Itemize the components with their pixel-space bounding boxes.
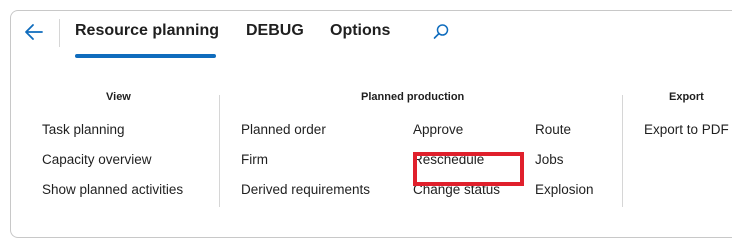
tab-options[interactable]: Options bbox=[330, 22, 390, 40]
export-to-pdf-button[interactable]: Export to PDF bbox=[644, 121, 729, 139]
back-button[interactable] bbox=[23, 21, 45, 43]
group-title-export: Export bbox=[669, 91, 704, 103]
arrow-left-icon bbox=[25, 24, 43, 40]
firm-button[interactable]: Firm bbox=[241, 151, 268, 169]
task-planning-button[interactable]: Task planning bbox=[42, 121, 125, 139]
tab-separator bbox=[59, 19, 60, 47]
search-button[interactable] bbox=[432, 23, 450, 41]
planned-order-button[interactable]: Planned order bbox=[241, 121, 326, 139]
derived-requirements-button[interactable]: Derived requirements bbox=[241, 181, 370, 199]
group-divider bbox=[622, 95, 623, 207]
approve-button[interactable]: Approve bbox=[413, 121, 463, 139]
group-title-view: View bbox=[106, 91, 131, 103]
group-divider bbox=[219, 95, 220, 207]
show-planned-activities-button[interactable]: Show planned activities bbox=[42, 181, 183, 199]
jobs-button[interactable]: Jobs bbox=[535, 151, 564, 169]
tab-bar: Resource planning DEBUG Options bbox=[11, 11, 732, 58]
explosion-button[interactable]: Explosion bbox=[535, 181, 594, 199]
tab-debug[interactable]: DEBUG bbox=[246, 22, 304, 40]
tab-resource-planning[interactable]: Resource planning bbox=[75, 22, 219, 40]
search-icon bbox=[433, 24, 449, 39]
active-tab-indicator bbox=[75, 54, 216, 58]
group-title-planned-production: Planned production bbox=[361, 91, 465, 103]
action-pane: Resource planning DEBUG Options View Tas… bbox=[10, 10, 732, 238]
capacity-overview-button[interactable]: Capacity overview bbox=[42, 151, 152, 169]
route-button[interactable]: Route bbox=[535, 121, 571, 139]
highlight-box bbox=[413, 152, 524, 186]
